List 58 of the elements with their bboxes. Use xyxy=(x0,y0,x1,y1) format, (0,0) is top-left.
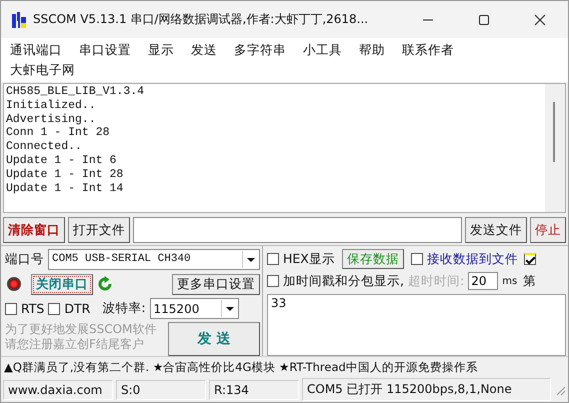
menu-item[interactable]: 联系作者 xyxy=(402,40,454,60)
receive-to-file-label: 接收数据到文件 xyxy=(426,250,518,268)
log-line: Initialized.. xyxy=(6,98,96,113)
log-line: Update 1 - Int 28 xyxy=(6,168,124,182)
log-line: CH585_BLE_LIB_V1.3.4 xyxy=(6,85,144,99)
send-text-area[interactable]: 33 xyxy=(267,294,566,356)
clear-window-button[interactable]: 清除窗口 xyxy=(3,217,65,243)
timeout-label: 超时时间: xyxy=(408,272,464,290)
open-file-button[interactable]: 打开文件 xyxy=(68,217,130,243)
menu-item[interactable]: 串口设置 xyxy=(79,40,131,60)
timestamp-label: 加时间戳和分包显示, xyxy=(283,272,404,290)
app-logo-icon xyxy=(11,10,27,28)
menu-item[interactable]: 小工具 xyxy=(303,40,342,60)
status-field: S:0 xyxy=(116,380,206,400)
menu-item[interactable]: 通讯端口 xyxy=(10,40,62,60)
promo-text: 请您注册嘉立创F结尾客户 xyxy=(5,337,145,352)
dtr-label: DTR xyxy=(64,301,90,316)
status-field: R:134 xyxy=(209,380,299,400)
status-field: COM5 已打开 115200bps,8,1,None xyxy=(302,378,551,401)
hex-display-label: HEX显示 xyxy=(283,250,335,268)
menu-item[interactable]: 大虾电子网 xyxy=(10,60,75,80)
resize-grip-icon[interactable] xyxy=(554,384,566,396)
send-file-button[interactable]: 发送文件 xyxy=(465,217,527,243)
log-line: Connected.. xyxy=(6,140,82,154)
hex-display-checkbox[interactable] xyxy=(267,253,279,265)
log-line: Advertising.. xyxy=(6,112,96,126)
stop-button[interactable]: 停止 xyxy=(530,217,566,243)
ms-label: ms xyxy=(502,276,518,286)
menu-item[interactable]: 帮助 xyxy=(359,40,385,60)
baud-select[interactable]: 115200 xyxy=(150,298,239,320)
window-title: SSCOM V5.13.1 串口/网络数据调试器,作者:大虾丁丁,2618... xyxy=(33,11,370,28)
timeout-field[interactable]: 20 xyxy=(468,272,498,290)
checkbox[interactable] xyxy=(524,253,536,265)
receive-to-file-checkbox[interactable] xyxy=(410,253,423,265)
ticker-text: ▲Q群满员了,没有第二个群. ★合宙高性价比4G模块 ★RT-Thread中国人的开源免费操作系 xyxy=(4,360,478,374)
log-line: Conn 1 - Int 28 xyxy=(6,126,110,140)
port-select[interactable]: COM5 USB-SERIAL CH340 xyxy=(48,248,260,270)
promo-text: 为了更好地发展SSCOM软件 xyxy=(5,322,158,338)
dtr-checkbox[interactable] xyxy=(48,302,60,315)
log-line: Update 1 - Int 14 xyxy=(6,182,124,196)
refresh-icon[interactable] xyxy=(97,276,113,292)
column-label: 第 xyxy=(523,272,536,290)
scrollbar[interactable] xyxy=(545,84,565,212)
menu-item[interactable]: 多字符串 xyxy=(234,40,286,60)
baud-label: 波特率: xyxy=(102,300,146,318)
rts-checkbox[interactable] xyxy=(5,302,17,315)
rts-label: RTS xyxy=(21,301,44,316)
menu-item[interactable]: 显示 xyxy=(148,40,174,60)
timestamp-checkbox[interactable] xyxy=(267,275,279,287)
more-port-settings-button[interactable]: 更多串口设置 xyxy=(172,274,260,295)
save-data-button[interactable]: 保存数据 xyxy=(342,249,404,269)
port-label: 端口号 xyxy=(5,250,44,268)
file-path-field[interactable] xyxy=(133,217,462,243)
menu-item[interactable]: 发送 xyxy=(191,40,217,60)
status-field: www.daxia.com xyxy=(3,380,113,400)
log-line: Update 1 - Int 6 xyxy=(6,154,116,168)
close-port-button[interactable]: 关闭串口 xyxy=(31,274,93,295)
send-button[interactable]: 发 送 xyxy=(168,322,260,356)
